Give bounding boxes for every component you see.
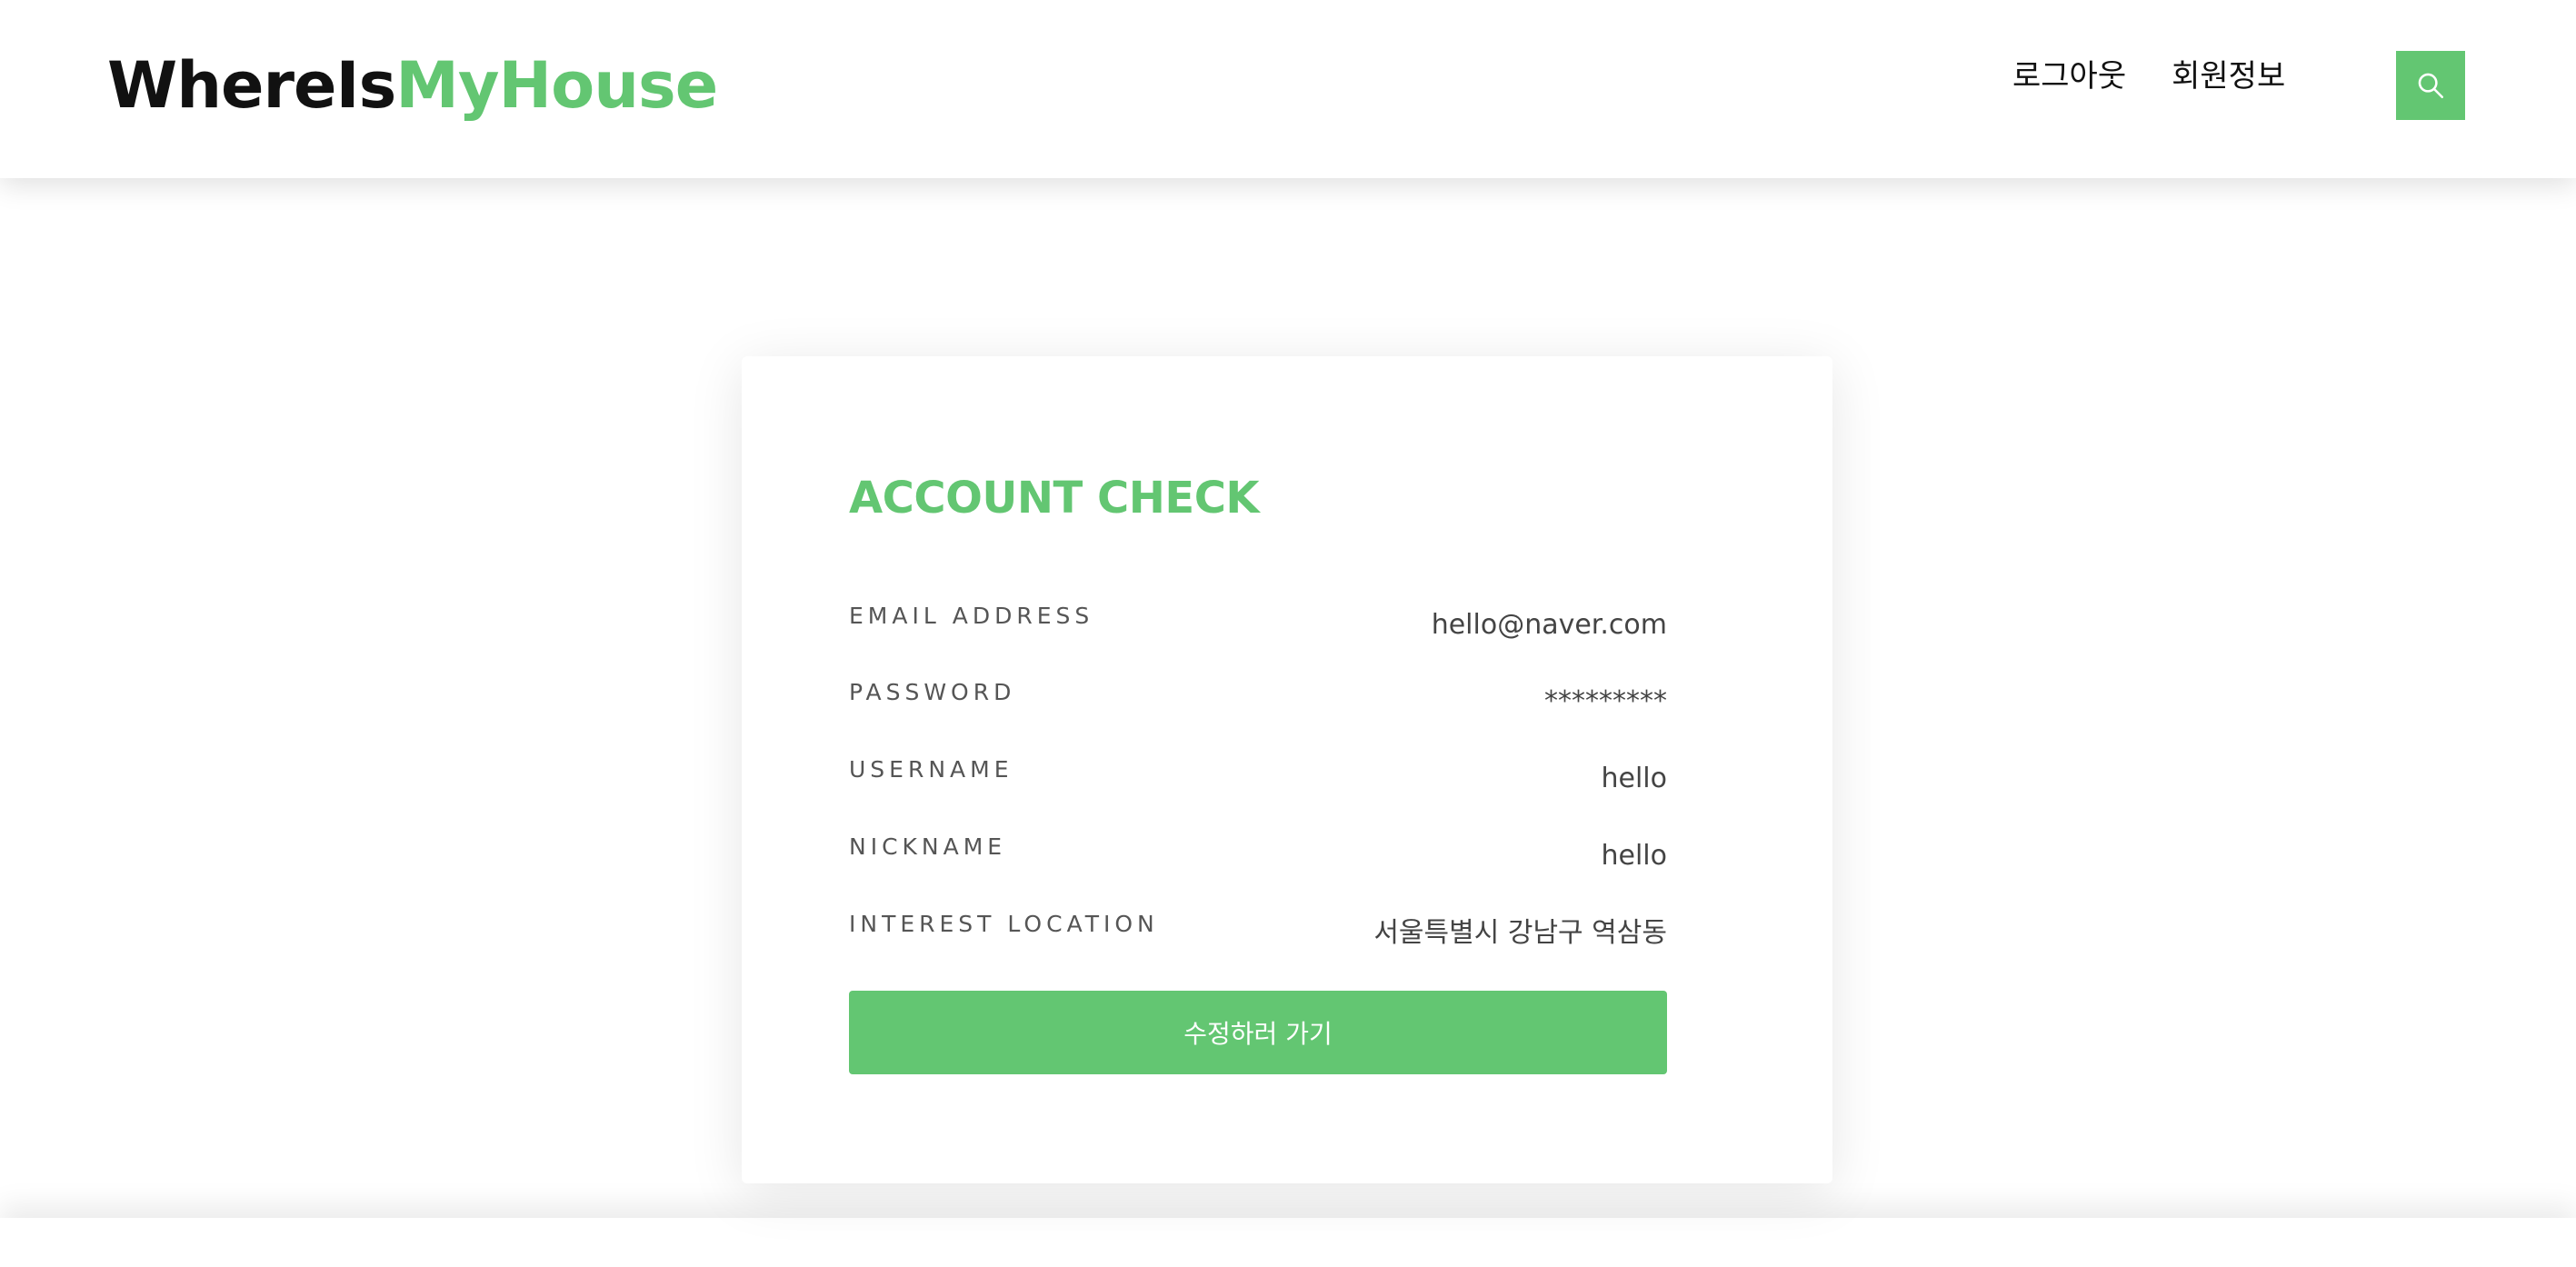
password-value: ********* bbox=[1544, 685, 1667, 717]
interest-location-label: INTEREST LOCATION bbox=[849, 911, 1159, 937]
username-label: USERNAME bbox=[849, 756, 1013, 783]
username-row: USERNAME hello bbox=[849, 755, 1667, 810]
interest-location-row: INTEREST LOCATION 서울특별시 강남구 역삼동 bbox=[849, 910, 1667, 964]
account-card: ACCOUNT CHECK EMAIL ADDRESS hello@naver.… bbox=[742, 356, 1832, 1183]
footer-band bbox=[0, 1218, 2576, 1267]
brand-text-accent: MyHouse bbox=[395, 48, 718, 123]
nickname-label: NICKNAME bbox=[849, 833, 1007, 860]
nickname-row: NICKNAME hello bbox=[849, 833, 1667, 887]
password-row: PASSWORD ********* bbox=[849, 678, 1667, 733]
search-button[interactable] bbox=[2396, 51, 2465, 120]
main-nav: 로그아웃 회원정보 bbox=[2012, 56, 2285, 96]
username-value: hello bbox=[1601, 763, 1668, 794]
email-value: hello@naver.com bbox=[1431, 609, 1667, 641]
brand-text-primary: WhereIs bbox=[107, 48, 396, 123]
search-icon bbox=[2418, 73, 2444, 99]
site-header: WhereIsMyHouse 로그아웃 회원정보 bbox=[0, 0, 2576, 178]
nav-member-info-link[interactable]: 회원정보 bbox=[2172, 56, 2285, 96]
password-label: PASSWORD bbox=[849, 679, 1016, 705]
email-row: EMAIL ADDRESS hello@naver.com bbox=[849, 602, 1667, 656]
nav-logout-link[interactable]: 로그아웃 bbox=[2012, 56, 2126, 96]
interest-location-value: 서울특별시 강남구 역삼동 bbox=[1373, 917, 1667, 949]
nickname-value: hello bbox=[1601, 840, 1668, 872]
brand-logo[interactable]: WhereIsMyHouse bbox=[107, 47, 718, 124]
email-label: EMAIL ADDRESS bbox=[849, 603, 1094, 629]
edit-profile-button[interactable]: 수정하러 가기 bbox=[849, 991, 1667, 1074]
account-check-title: ACCOUNT CHECK bbox=[849, 473, 1260, 524]
